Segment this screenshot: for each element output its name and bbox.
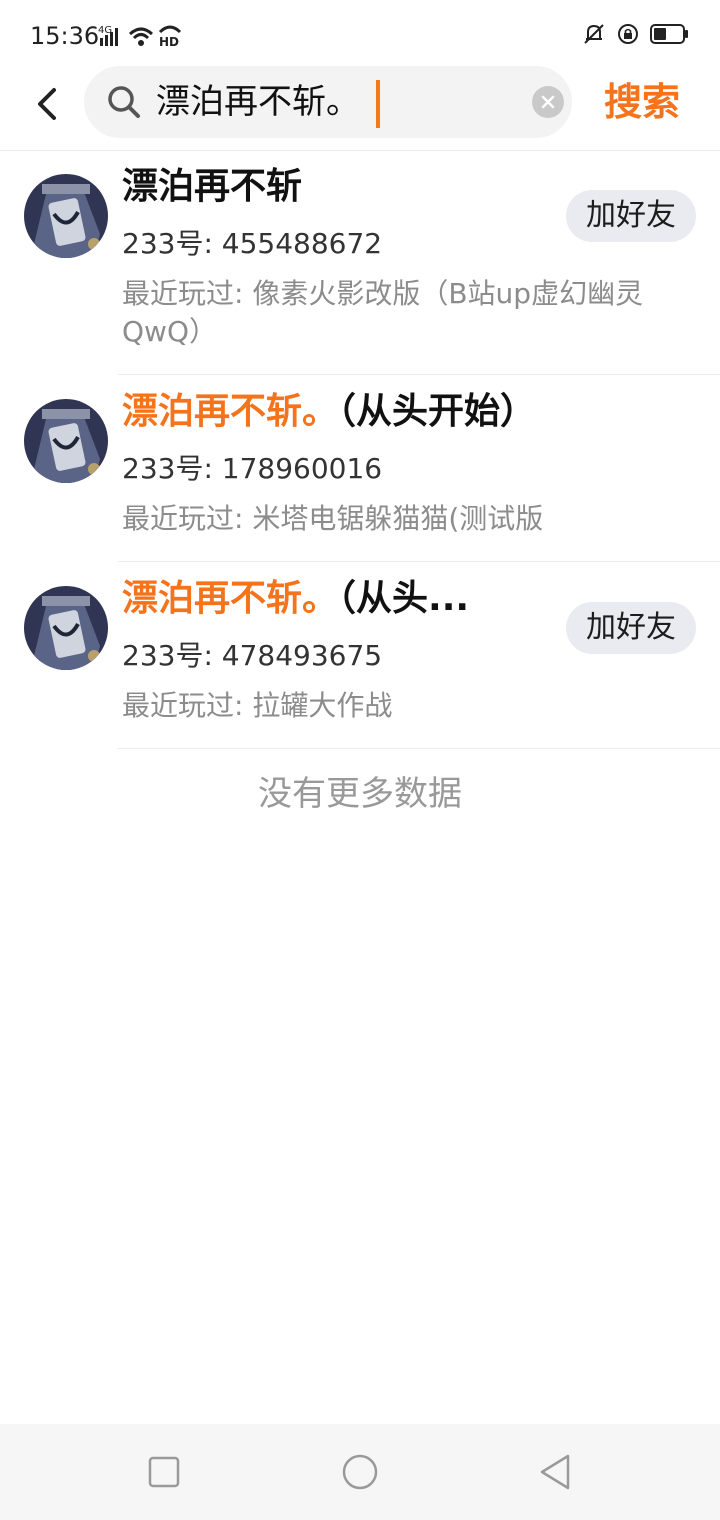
- svg-text:HD: HD: [159, 35, 179, 48]
- search-header: 漂泊再不斩。 搜索: [0, 64, 720, 151]
- rotation-lock-icon: [616, 22, 640, 50]
- text-caret: [376, 80, 380, 128]
- square-icon: [148, 1456, 180, 1488]
- search-results-list: 漂泊再不斩 233号: 455488672 最近玩过: 像素火影改版（B站up虚…: [0, 150, 720, 749]
- player-name: 漂泊再不斩。（从头...: [122, 578, 470, 619]
- back-button[interactable]: [26, 82, 70, 126]
- list-item[interactable]: 漂泊再不斩。（从头... 233号: 478493675 最近玩过: 拉罐大作战…: [0, 562, 720, 749]
- chevron-left-icon: [38, 88, 56, 120]
- battery-icon: [650, 23, 690, 49]
- hd-call-icon: HD: [158, 25, 182, 49]
- circle-icon: [342, 1454, 378, 1490]
- player-id: 233号: 178960016: [122, 452, 383, 485]
- home-button[interactable]: [340, 1452, 380, 1492]
- avatar[interactable]: [24, 586, 108, 670]
- close-icon: [541, 95, 555, 109]
- search-button[interactable]: 搜索: [604, 78, 680, 126]
- list-item[interactable]: 漂泊再不斩。（从头开始） 233号: 178960016 最近玩过: 米塔电锯躲…: [0, 375, 720, 562]
- clear-search-button[interactable]: [532, 86, 564, 118]
- player-id: 233号: 478493675: [122, 639, 383, 672]
- recently-played: 最近玩过: 米塔电锯躲猫猫(测试版: [122, 502, 544, 535]
- wifi-icon: [128, 27, 154, 46]
- recently-played: 最近玩过: 像素火影改版（B站up虚幻幽灵QwQ）: [122, 277, 644, 348]
- add-friend-button[interactable]: 加好友: [566, 602, 696, 654]
- search-input[interactable]: 漂泊再不斩。: [84, 66, 572, 138]
- avatar[interactable]: [24, 174, 108, 258]
- player-name: 漂泊再不斩: [122, 166, 303, 207]
- status-time: 15:36: [30, 22, 100, 50]
- recents-button[interactable]: [144, 1452, 184, 1492]
- no-more-data-label: 没有更多数据: [258, 774, 462, 814]
- triangle-back-icon: [540, 1454, 570, 1490]
- divider: [118, 748, 720, 749]
- bell-muted-icon: [582, 22, 606, 50]
- back-nav-button[interactable]: [536, 1452, 576, 1492]
- recently-played: 最近玩过: 拉罐大作战: [122, 689, 393, 722]
- system-nav-bar: [0, 1424, 720, 1520]
- player-id: 233号: 455488672: [122, 227, 383, 260]
- status-bar: 15:36 4G HD: [0, 0, 720, 70]
- add-friend-button[interactable]: 加好友: [566, 190, 696, 242]
- avatar[interactable]: [24, 399, 108, 483]
- list-item[interactable]: 漂泊再不斩 233号: 455488672 最近玩过: 像素火影改版（B站up虚…: [0, 150, 720, 375]
- search-icon: [106, 84, 142, 124]
- signal-icon: 4G HD: [98, 24, 182, 52]
- search-query-text[interactable]: 漂泊再不斩。: [156, 80, 360, 124]
- player-name: 漂泊再不斩。（从头开始）: [122, 391, 537, 432]
